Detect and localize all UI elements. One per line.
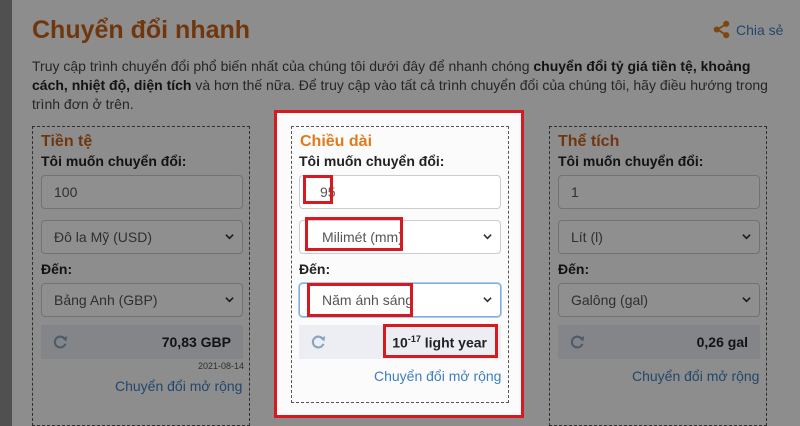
length-from-select[interactable]: Milimét (mm) [299, 220, 501, 254]
chevron-down-icon [742, 297, 751, 303]
length-result-value: 10-17 light year [392, 334, 487, 351]
volume-want-label: Tôi muốn chuyển đổi: [558, 153, 704, 169]
length-result: 10-17 light year [299, 325, 501, 359]
refresh-icon[interactable] [568, 333, 586, 351]
chevron-down-icon [483, 234, 492, 240]
volume-result-value: 0,26 gal [696, 334, 748, 350]
currency-card-title: Tiền tệ [41, 133, 93, 150]
currency-want-label: Tôi muốn chuyển đổi: [41, 153, 187, 169]
chevron-down-icon [742, 234, 751, 240]
currency-from-select[interactable]: Đô la Mỹ (USD) [41, 220, 243, 254]
length-to-select[interactable]: Năm ánh sáng [299, 283, 501, 317]
currency-from-value: Đô la Mỹ (USD) [54, 229, 153, 245]
refresh-icon[interactable] [51, 333, 69, 351]
volume-from-select[interactable]: Lít (l) [558, 220, 760, 254]
refresh-icon[interactable] [309, 333, 327, 351]
length-result-base: 10 [392, 334, 408, 351]
length-card: Chiều dài Tôi muốn chuyển đổi: 95 Milimé… [291, 126, 509, 403]
currency-to-label: Đến: [41, 261, 73, 277]
length-to-value: Năm ánh sáng [322, 292, 414, 308]
currency-card: Tiền tệ Tôi muốn chuyển đổi: 100 Đô la M… [32, 126, 250, 426]
volume-result: 0,26 gal [558, 325, 760, 359]
currency-result-value: 70,83 GBP [161, 334, 231, 350]
currency-amount-value: 100 [54, 184, 78, 200]
chevron-down-icon [225, 297, 234, 303]
chevron-down-icon [483, 297, 492, 303]
currency-amount-input[interactable]: 100 [41, 175, 243, 209]
length-to-label: Đến: [299, 261, 331, 277]
volume-amount-value: 1 [571, 184, 579, 200]
length-amount-input[interactable]: 95 [299, 175, 501, 209]
length-card-title: Chiều dài [300, 133, 373, 150]
currency-result: 70,83 GBP [41, 325, 243, 359]
volume-to-label: Đến: [558, 261, 590, 277]
volume-to-select[interactable]: Galông (gal) [558, 283, 760, 317]
share-label: Chia sẻ [736, 21, 784, 38]
currency-more-link[interactable]: Chuyển đổi mở rộng [115, 378, 242, 394]
page-title: Chuyển đổi nhanh [32, 16, 251, 44]
volume-from-value: Lít (l) [571, 229, 603, 245]
length-amount-value: 95 [320, 184, 336, 200]
length-more-link[interactable]: Chuyển đổi mở rộng [374, 368, 501, 384]
volume-more-link[interactable]: Chuyển đổi mở rộng [632, 368, 759, 384]
currency-to-value: Bảng Anh (GBP) [54, 292, 158, 308]
length-result-unit: light year [420, 334, 487, 351]
intro-text: Truy cập trình chuyển đổi phổ biến nhất … [32, 57, 784, 114]
intro-part-1: Truy cập trình chuyển đổi phổ biến nhất … [32, 58, 534, 74]
share-button[interactable]: Chia sẻ [712, 20, 783, 39]
length-result-exponent: -17 [407, 333, 421, 344]
volume-card: Thể tích Tôi muốn chuyển đổi: 1 Lít (l) … [549, 126, 767, 426]
length-from-value: Milimét (mm) [322, 229, 403, 245]
volume-amount-input[interactable]: 1 [558, 175, 760, 209]
chevron-down-icon [225, 234, 234, 240]
currency-rate-date: 2021-08-14 [198, 361, 245, 371]
volume-to-value: Galông (gal) [571, 292, 649, 308]
share-icon [713, 20, 730, 39]
currency-to-select[interactable]: Bảng Anh (GBP) [41, 283, 243, 317]
length-want-label: Tôi muốn chuyển đổi: [299, 153, 445, 169]
volume-card-title: Thể tích [558, 133, 620, 150]
